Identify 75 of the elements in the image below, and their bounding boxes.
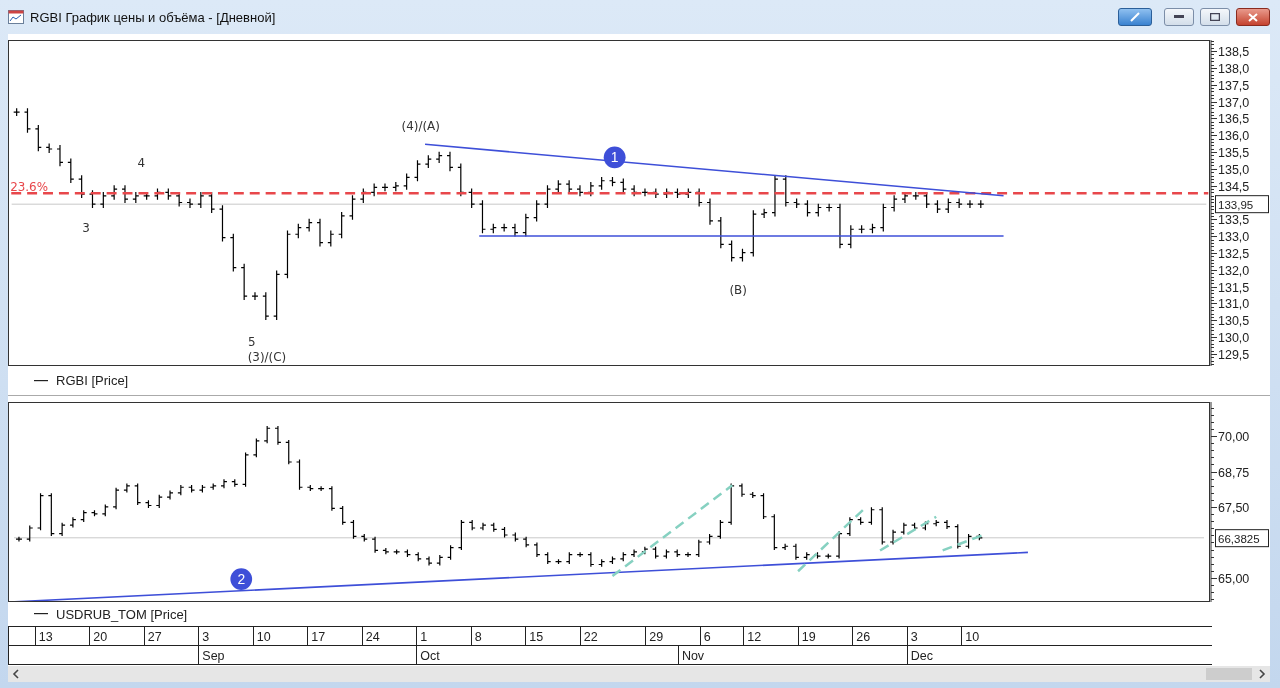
axis-label: 65,00 (1218, 571, 1250, 586)
axis-label: 138,5 (1218, 45, 1250, 60)
price-tag: 133,95 (1215, 195, 1269, 214)
wave-label: (3)/(C) (247, 349, 287, 364)
horizontal-scrollbar[interactable] (8, 666, 1270, 682)
axis-label: 133,0 (1218, 230, 1250, 245)
axis-label: 134,5 (1218, 179, 1250, 194)
maximize-button[interactable] (1200, 8, 1230, 26)
wave-label: (4)/(A) (401, 118, 440, 133)
day-label: 27 (147, 630, 162, 644)
minimize-button[interactable] (1164, 8, 1194, 26)
axis-label: 131,5 (1218, 280, 1250, 295)
axis-label: 67,50 (1218, 500, 1250, 515)
day-label: 22 (583, 630, 598, 644)
dashed-line (879, 515, 937, 552)
day-label: 17 (311, 630, 326, 644)
day-label: 10 (965, 630, 980, 644)
wave-label: (B) (729, 283, 747, 298)
axis-label: 70,00 (1218, 430, 1250, 445)
scroll-right-icon[interactable] (1258, 669, 1266, 679)
axis-label: 129,5 (1218, 347, 1250, 362)
close-icon (1248, 12, 1258, 22)
legend-line-icon (34, 613, 48, 615)
axis-label: 137,5 (1218, 78, 1250, 93)
chart-window-icon (8, 10, 24, 24)
window-title: RGBI График цены и объёма - [Дневной] (30, 9, 277, 25)
day-label: 6 (703, 630, 711, 644)
month-label: Dec (910, 649, 934, 663)
axis-label: 132,0 (1218, 263, 1250, 278)
wave-label: 4 (137, 156, 146, 171)
day-label: 12 (747, 630, 762, 644)
legend-label: RGBI [Price] (56, 373, 129, 388)
axis-label: 130,0 (1218, 331, 1250, 346)
day-label: 3 (910, 630, 918, 644)
day-label: 8 (474, 630, 482, 644)
day-label: 15 (529, 630, 544, 644)
level-label: 23.6% (10, 179, 48, 194)
close-button[interactable] (1236, 8, 1270, 26)
wave-label: 5 (247, 335, 256, 350)
day-label: 13 (38, 630, 53, 644)
axis-label: 132,5 (1218, 246, 1250, 261)
month-label: Sep (202, 649, 225, 663)
axis-label: 138,0 (1218, 61, 1250, 76)
axis-label: 133,5 (1218, 213, 1250, 228)
number-badge: 2 (230, 568, 253, 590)
axis-label: 135,5 (1218, 146, 1250, 161)
scroll-thumb[interactable] (1206, 668, 1252, 680)
axis-label: 136,0 (1218, 129, 1250, 144)
dashed-line (797, 507, 866, 573)
axis-label: 136,5 (1218, 112, 1250, 127)
dashed-line (942, 534, 982, 552)
axis-label: 137,0 (1218, 95, 1250, 110)
legend-label: USDRUB_TOM [Price] (56, 606, 188, 622)
axis-label: 131,0 (1218, 297, 1250, 312)
axis-label: 68,75 (1218, 465, 1250, 480)
day-label: 10 (256, 630, 271, 644)
day-label: 20 (93, 630, 108, 644)
day-label: 19 (801, 630, 816, 644)
legend-line-icon (34, 379, 48, 382)
number-badge: 1 (603, 146, 626, 169)
scroll-left-icon[interactable] (12, 669, 20, 679)
axis-label: 135,0 (1218, 162, 1250, 177)
day-label: 26 (856, 630, 871, 644)
day-label: 29 (649, 630, 664, 644)
month-label: Oct (420, 649, 440, 663)
maximize-icon (1210, 13, 1220, 21)
minimize-icon (1174, 15, 1184, 19)
link-button[interactable] (1118, 8, 1152, 26)
wave-label: 3 (82, 220, 90, 235)
day-label: 24 (365, 630, 380, 644)
month-label: Nov (681, 649, 705, 663)
price-tag: 66,3825 (1215, 529, 1269, 548)
day-label: 3 (202, 630, 210, 644)
axis-label: 130,5 (1218, 314, 1250, 329)
day-label: 1 (420, 630, 428, 644)
